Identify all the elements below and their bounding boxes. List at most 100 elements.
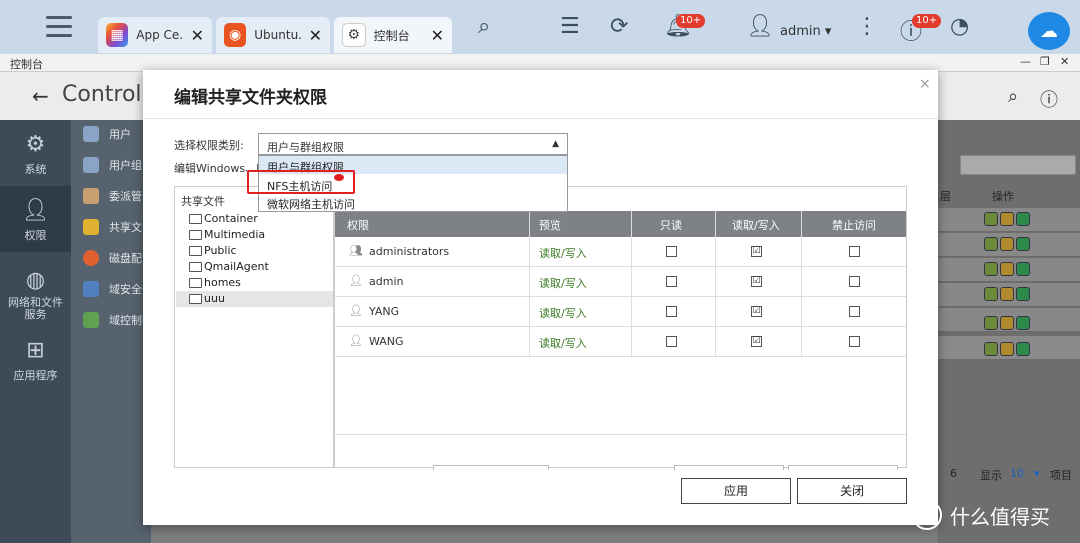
footer-control[interactable] bbox=[674, 465, 784, 470]
readonly-checkbox[interactable] bbox=[666, 276, 677, 287]
edit-icon[interactable] bbox=[984, 237, 998, 251]
tree-item-container[interactable]: Container bbox=[189, 212, 258, 225]
principal-name: administrators bbox=[369, 245, 450, 258]
permission-icon[interactable] bbox=[1000, 342, 1014, 356]
user-icon: 👤︎ bbox=[349, 274, 363, 287]
subnav-item-domain-control[interactable]: 域控制 bbox=[83, 312, 142, 328]
tree-item-public[interactable]: Public bbox=[189, 244, 237, 257]
search-icon[interactable]: ⌕ bbox=[478, 14, 490, 39]
permission-type-select[interactable]: 用户与群组权限 ▲ bbox=[258, 133, 568, 155]
close-icon[interactable]: ✕ bbox=[431, 26, 444, 45]
refresh-icon[interactable] bbox=[1016, 262, 1030, 276]
close-icon[interactable]: × bbox=[919, 76, 931, 92]
sidebar-item-network[interactable]: ◍ 网络和文件服务 bbox=[0, 268, 71, 321]
sidebar-item-apps[interactable]: ⊞ 应用程序 bbox=[0, 338, 71, 383]
tab-control-panel[interactable]: ⚙ 控制台 ✕ bbox=[334, 17, 452, 53]
readwrite-checkbox[interactable]: ☑ bbox=[751, 306, 762, 317]
sync-icon[interactable]: ⟳ bbox=[610, 14, 628, 39]
caret-down-icon: ▲ bbox=[552, 139, 559, 149]
globe-icon: ◍ bbox=[25, 268, 46, 293]
refresh-icon[interactable] bbox=[1016, 342, 1030, 356]
readonly-checkbox[interactable] bbox=[666, 306, 677, 317]
row-actions[interactable] bbox=[984, 262, 1030, 276]
user-icon[interactable]: 👤︎ bbox=[746, 14, 774, 39]
page-size-select[interactable]: 10 bbox=[1010, 467, 1024, 480]
subnav-item-delegation[interactable]: 委派管 bbox=[83, 188, 142, 204]
readonly-checkbox[interactable] bbox=[666, 246, 677, 257]
edit-icon[interactable] bbox=[984, 287, 998, 301]
chevron-down-icon[interactable]: ▾ bbox=[1034, 467, 1040, 480]
search-input[interactable] bbox=[960, 155, 1076, 175]
footer-control[interactable] bbox=[788, 465, 898, 470]
refresh-icon[interactable] bbox=[1016, 287, 1030, 301]
readwrite-checkbox[interactable]: ☑ bbox=[751, 336, 762, 347]
main-menu-button[interactable] bbox=[46, 16, 72, 38]
cloud-icon[interactable]: ☁ bbox=[1028, 12, 1070, 50]
permission-icon[interactable] bbox=[1000, 237, 1014, 251]
sidebar-item-system[interactable]: ⚙ 系统 bbox=[0, 132, 71, 177]
group-icon: 👥︎ bbox=[349, 244, 363, 257]
subnav-item-users[interactable]: 用户 bbox=[83, 126, 131, 142]
window-close-button[interactable]: ✕ bbox=[1060, 55, 1069, 68]
option-smb-host[interactable]: 微软网络主机访问 bbox=[259, 193, 567, 211]
tab-app-center[interactable]: ▦ App Ce... ✕ bbox=[98, 17, 212, 53]
row-actions[interactable] bbox=[984, 237, 1030, 251]
deny-checkbox[interactable] bbox=[849, 276, 860, 287]
tree-item-multimedia[interactable]: Multimedia bbox=[189, 228, 265, 241]
subnav-label: 磁盘配 bbox=[109, 252, 142, 265]
column-header: 禁止访问 bbox=[832, 219, 876, 232]
readwrite-checkbox[interactable]: ☑ bbox=[751, 246, 762, 257]
readwrite-checkbox[interactable]: ☑ bbox=[751, 276, 762, 287]
row-actions[interactable] bbox=[984, 212, 1030, 226]
principal-name: WANG bbox=[369, 335, 404, 348]
show-label: 显示 bbox=[980, 469, 1002, 482]
deny-checkbox[interactable] bbox=[849, 336, 860, 347]
close-button[interactable]: 关闭 bbox=[797, 478, 907, 504]
row-actions[interactable] bbox=[984, 342, 1030, 356]
edit-icon[interactable] bbox=[984, 212, 998, 226]
tree-item-label: uuu bbox=[204, 292, 225, 305]
subnav-item-groups[interactable]: 用户组 bbox=[83, 157, 142, 173]
edit-icon[interactable] bbox=[984, 316, 998, 330]
apply-button[interactable]: 应用 bbox=[681, 478, 791, 504]
row-actions[interactable] bbox=[984, 316, 1030, 330]
restore-button[interactable]: ❐ bbox=[1040, 55, 1050, 68]
back-arrow-icon[interactable]: ← bbox=[32, 84, 49, 108]
more-icon[interactable]: ⋮ bbox=[856, 14, 878, 39]
refresh-icon[interactable] bbox=[1016, 237, 1030, 251]
permission-icon[interactable] bbox=[1000, 212, 1014, 226]
user-menu[interactable]: admin ▾ bbox=[780, 24, 831, 39]
close-icon[interactable]: ✕ bbox=[191, 26, 204, 45]
minimize-button[interactable]: — bbox=[1020, 55, 1031, 68]
edit-icon[interactable] bbox=[984, 262, 998, 276]
tree-item-uuu[interactable]: uuu bbox=[189, 292, 225, 305]
tree-item-qmailagent[interactable]: QmailAgent bbox=[189, 260, 269, 273]
footer-control[interactable] bbox=[433, 465, 549, 470]
subnav-label: 用户组 bbox=[109, 159, 142, 172]
tasks-icon[interactable]: ☰ bbox=[560, 14, 580, 39]
quota-icon bbox=[83, 250, 99, 266]
deny-checkbox[interactable] bbox=[849, 306, 860, 317]
tab-ubuntu[interactable]: ◉ Ubuntu... ✕ bbox=[216, 17, 330, 53]
readonly-checkbox[interactable] bbox=[666, 336, 677, 347]
tree-item-homes[interactable]: homes bbox=[189, 276, 241, 289]
subnav-item-domain-security[interactable]: 域安全 bbox=[83, 281, 142, 297]
preview-value: 读取/写入 bbox=[539, 337, 587, 350]
edit-icon[interactable] bbox=[984, 342, 998, 356]
subnav-item-shared[interactable]: 共享文 bbox=[83, 219, 142, 235]
search-icon[interactable]: ⌕ bbox=[1008, 86, 1018, 107]
sidebar-item-label: 系统 bbox=[24, 163, 47, 176]
items-label: 项目 bbox=[1050, 469, 1072, 482]
permission-icon[interactable] bbox=[1000, 262, 1014, 276]
permission-icon[interactable] bbox=[1000, 316, 1014, 330]
dashboard-icon[interactable]: ◔ bbox=[950, 14, 969, 39]
close-icon[interactable]: ✕ bbox=[309, 26, 322, 45]
permission-icon[interactable] bbox=[1000, 287, 1014, 301]
help-icon[interactable]: ⓘ bbox=[1040, 86, 1058, 112]
row-actions[interactable] bbox=[984, 287, 1030, 301]
sidebar-item-permissions[interactable]: 👤︎ 权限 bbox=[0, 186, 71, 252]
subnav-item-quota[interactable]: 磁盘配 bbox=[83, 250, 142, 266]
refresh-icon[interactable] bbox=[1016, 212, 1030, 226]
refresh-icon[interactable] bbox=[1016, 316, 1030, 330]
deny-checkbox[interactable] bbox=[849, 246, 860, 257]
